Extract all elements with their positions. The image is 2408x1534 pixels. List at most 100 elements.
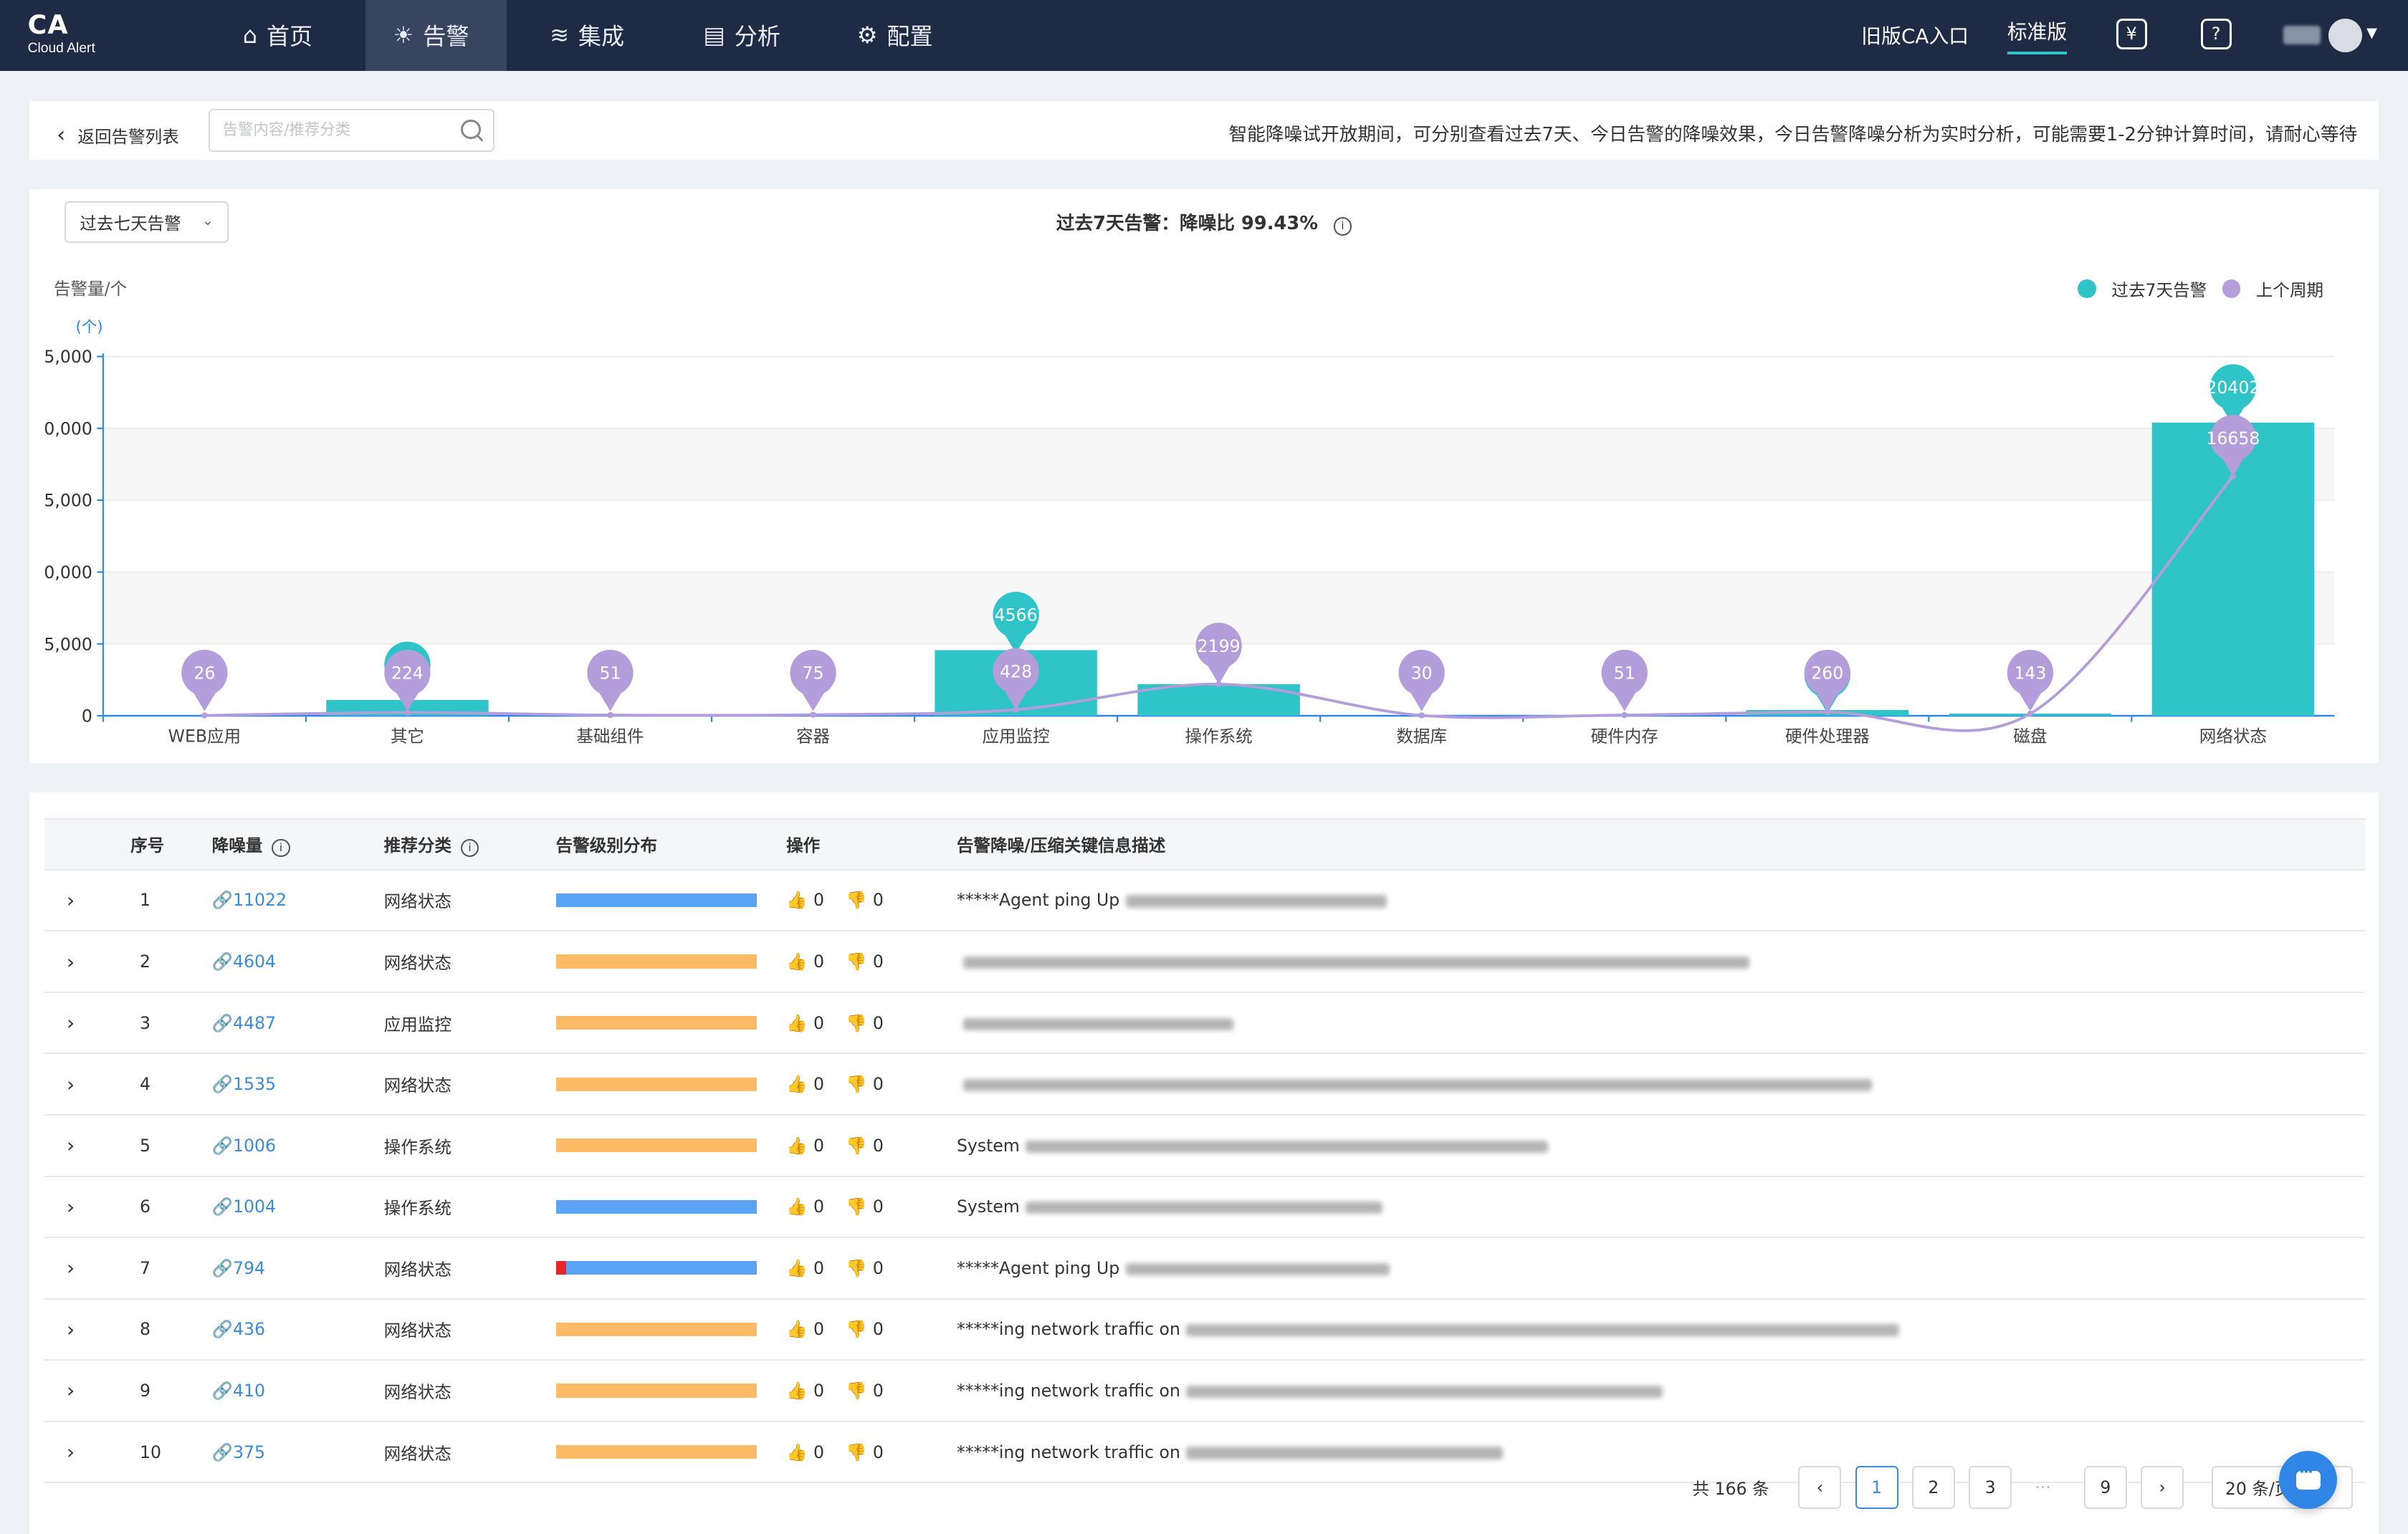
expand-row-button[interactable]: › [44, 869, 97, 932]
billing-icon[interactable]: ¥ [2116, 18, 2147, 49]
row-index: 2 [96, 931, 211, 993]
thumbs-down-icon[interactable]: 👎 [846, 1197, 866, 1217]
description-cell: *****ing network traffic on [955, 1298, 2365, 1361]
info-icon[interactable]: i [460, 838, 479, 858]
x-tick-label: 其它 [391, 726, 424, 746]
thumbs-up-icon[interactable]: 👍 [786, 1319, 807, 1339]
noise-count-link[interactable]: 🔗436 [212, 1319, 265, 1339]
thumbs-down-icon[interactable]: 👎 [846, 1258, 866, 1278]
thumbs-up-icon[interactable]: 👍 [786, 1136, 807, 1156]
expand-row-button[interactable]: › [44, 1360, 97, 1422]
thumbs-down-icon[interactable]: 👎 [846, 1319, 866, 1339]
nav-home[interactable]: ⌂ 首页 [215, 0, 366, 71]
vote-cell: 👍 0 👎 0 [784, 869, 955, 932]
expand-row-button[interactable]: › [44, 1114, 97, 1177]
noise-count-link[interactable]: 🔗1535 [212, 1074, 276, 1094]
thumbs-down-icon[interactable]: 👎 [846, 1136, 866, 1156]
level-distribution-bar [555, 1322, 758, 1337]
level-distribution-cell [554, 1298, 785, 1361]
line-point [1621, 711, 1628, 718]
back-label: 返回告警列表 [77, 126, 179, 147]
downvote-count: 0 [872, 1135, 884, 1156]
thumbs-up-icon[interactable]: 👍 [786, 1442, 807, 1462]
upvote-count: 0 [813, 1442, 824, 1462]
nav-integration-label: 集成 [578, 23, 625, 51]
table-row: › 4 🔗1535 网络状态 👍 0 👎 0 [44, 1053, 2365, 1116]
chat-icon [2295, 1463, 2321, 1490]
marker-previous-label: 143 [2014, 663, 2046, 683]
nav-integration[interactable]: ≋ 集成 [522, 0, 664, 71]
category-cell: 网络状态 [382, 1053, 555, 1116]
table-row: › 9 🔗410 网络状态 👍 0 👎 0 *****ing network traffic o… [44, 1360, 2365, 1422]
noise-count-link[interactable]: 🔗4487 [212, 1013, 276, 1033]
nav-config[interactable]: ⚙ 配置 [829, 0, 970, 71]
col-level-dist: 告警级别分布 [554, 818, 785, 871]
thumbs-up-icon[interactable]: 👍 [786, 1381, 807, 1401]
noise-count-link[interactable]: 🔗375 [212, 1442, 265, 1462]
old-version-link[interactable]: 旧版CA入口 [1861, 0, 1969, 71]
standard-edition-tab[interactable]: 标准版 [2007, 0, 2068, 71]
thumbs-up-icon[interactable]: 👍 [786, 1258, 807, 1278]
noise-count-link[interactable]: 🔗1004 [212, 1197, 276, 1217]
alarm-table-wrapper: 序号 降噪量 i 推荐分类 i 告警级别分布 操作 告警降噪/压缩关键信息描述 › 1… [44, 818, 2365, 1484]
page-2-button[interactable]: 2 [1911, 1466, 1955, 1510]
thumbs-down-icon[interactable]: 👎 [846, 951, 866, 972]
expand-row-button[interactable]: › [44, 992, 97, 1055]
expand-row-button[interactable]: › [44, 1298, 97, 1361]
info-icon[interactable]: i [272, 838, 290, 858]
help-icon[interactable]: ? [2200, 18, 2232, 49]
upvote-count: 0 [813, 1135, 824, 1156]
back-to-alarm-list-button[interactable]: ‹ 返回告警列表 [57, 123, 179, 148]
chart-card: 过去七天告警 ⌄ 过去7天告警：降噪比 99.43% i 告警量/个 过去7天告… [29, 188, 2379, 763]
level-distribution-bar [555, 1138, 758, 1153]
expand-row-button[interactable]: › [44, 931, 97, 993]
pagination-ellipsis[interactable]: ··· [2035, 1466, 2050, 1509]
table-row: › 10 🔗375 网络状态 👍 0 👎 0 *****ing network traffic … [44, 1421, 2365, 1484]
thumbs-down-icon[interactable]: 👎 [846, 1074, 866, 1094]
search-input[interactable] [210, 110, 466, 150]
x-tick-label: 操作系统 [1185, 726, 1252, 746]
thumbs-up-icon[interactable]: 👍 [786, 1013, 807, 1033]
page-9-button[interactable]: 9 [2083, 1466, 2127, 1510]
level-segment [555, 1261, 566, 1275]
thumbs-up-icon[interactable]: 👍 [786, 890, 807, 910]
expand-row-button[interactable]: › [44, 1421, 97, 1484]
page-3-button[interactable]: 3 [1969, 1466, 2012, 1510]
marker-previous-label: 75 [802, 663, 823, 683]
noise-count-cell: 🔗436 [210, 1298, 383, 1361]
nav-alarm[interactable]: ☀ 告警 [365, 0, 507, 71]
thumbs-up-icon[interactable]: 👍 [786, 1197, 807, 1217]
prev-page-button[interactable]: ‹ [1798, 1466, 1842, 1510]
description-text: *****ing network traffic on [956, 1380, 1180, 1401]
page-1-button[interactable]: 1 [1855, 1466, 1898, 1510]
thumbs-up-icon[interactable]: 👍 [786, 951, 807, 972]
expand-row-button[interactable]: › [44, 1237, 97, 1300]
table-row: › 7 🔗794 网络状态 👍 0 👎 0 *****Agent ping Up [44, 1237, 2365, 1300]
search-icon[interactable] [461, 119, 481, 140]
noise-count-link[interactable]: 🔗4604 [212, 951, 276, 972]
noise-count-link[interactable]: 🔗1006 [212, 1136, 276, 1156]
noise-count-link[interactable]: 🔗794 [212, 1258, 265, 1278]
thumbs-down-icon[interactable]: 👎 [846, 1013, 866, 1033]
noise-count-link[interactable]: 🔗11022 [212, 890, 287, 910]
avatar[interactable] [2328, 18, 2362, 52]
x-tick-label: 基础组件 [576, 726, 644, 746]
noise-count-link[interactable]: 🔗410 [212, 1381, 265, 1401]
expand-row-button[interactable]: › [44, 1053, 97, 1116]
expand-row-button[interactable]: › [44, 1176, 97, 1239]
thumbs-down-icon[interactable]: 👎 [846, 890, 866, 910]
upvote-count: 0 [813, 1074, 824, 1095]
next-page-button[interactable]: › [2141, 1466, 2184, 1510]
category-cell: 网络状态 [382, 1237, 555, 1300]
downvote-count: 0 [872, 1257, 884, 1278]
thumbs-up-icon[interactable]: 👍 [786, 1074, 807, 1094]
category-cell: 网络状态 [382, 931, 555, 993]
thumbs-down-icon[interactable]: 👎 [846, 1381, 866, 1401]
nav-analysis[interactable]: ▤ 分析 [676, 0, 817, 71]
x-tick-label: 网络状态 [2199, 726, 2266, 746]
description-text: *****Agent ping Up [956, 1257, 1120, 1278]
caret-down-icon[interactable]: ▼ [2366, 24, 2377, 41]
thumbs-down-icon[interactable]: 👎 [846, 1442, 866, 1462]
paperclip-icon: 🔗 [211, 1074, 234, 1095]
app-logo[interactable]: CA Cloud Alert [28, 11, 95, 55]
